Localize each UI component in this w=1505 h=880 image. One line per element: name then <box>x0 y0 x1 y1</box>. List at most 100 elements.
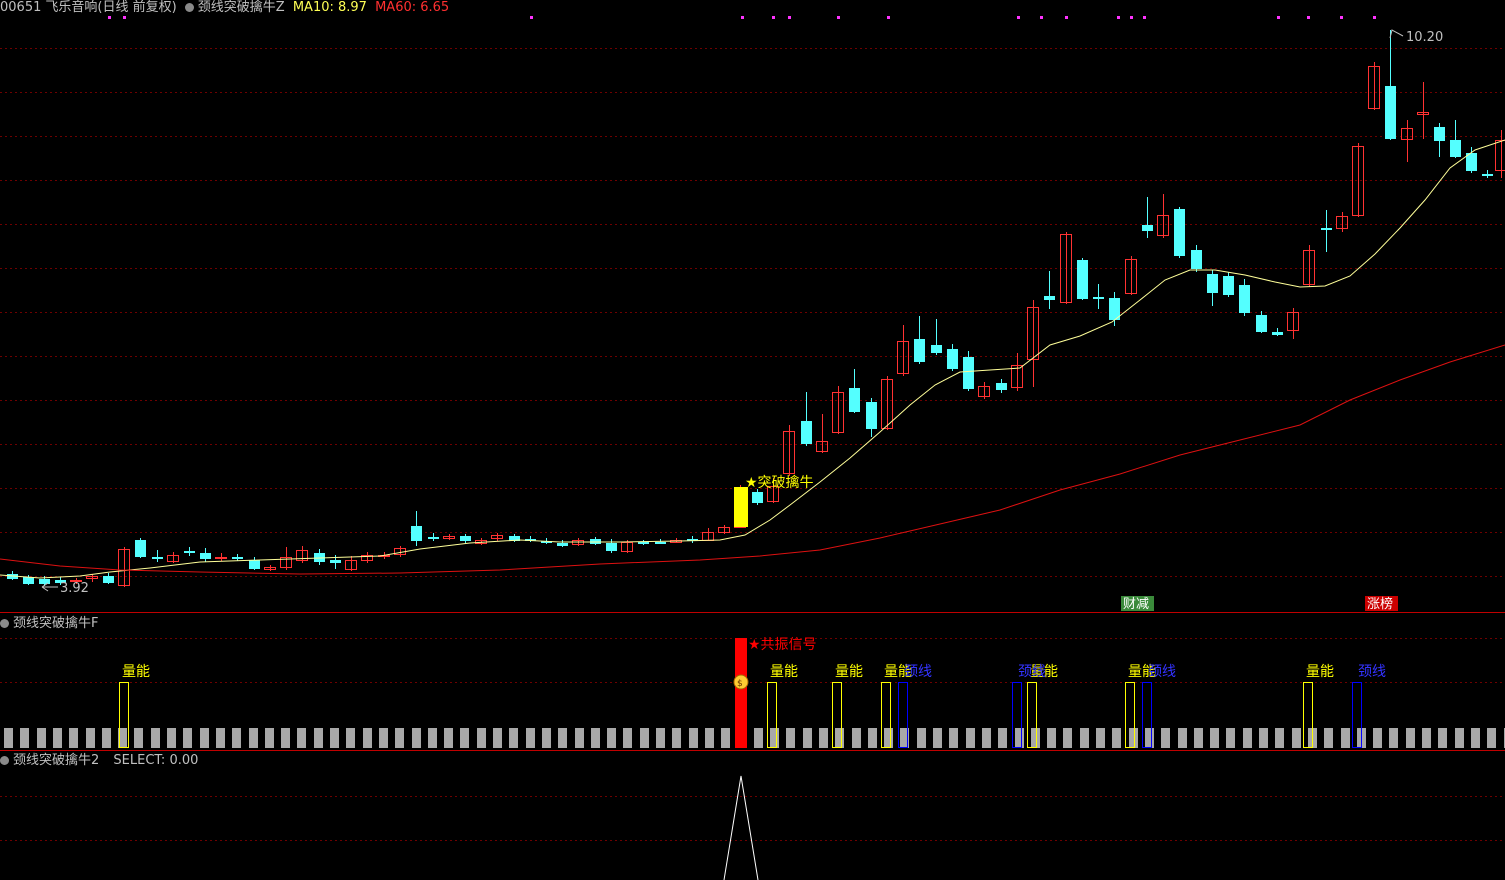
select-spike-line <box>723 775 759 880</box>
base-bar <box>200 728 209 748</box>
base-bar <box>558 728 567 748</box>
price-chart[interactable]: 10.20 3.92 ★突破擒牛财减 涨榜 <box>0 0 1505 612</box>
base-bar <box>721 728 730 748</box>
indicator1-header: 颈线突破擒牛F <box>0 615 102 633</box>
top-marker <box>1040 16 1043 19</box>
neckline-signal-label: 颈线 <box>1018 664 1046 680</box>
formula-name[interactable]: 颈线突破擒牛Z <box>198 0 285 15</box>
price-chart-pane[interactable]: 10.20 3.92 ★突破擒牛 财减 涨榜 00651 飞乐音响(日线 前复权) 颈线突… <box>0 0 1505 612</box>
pane-divider[interactable] <box>0 612 1505 613</box>
base-bar <box>1422 728 1431 748</box>
base-bar <box>1210 728 1219 748</box>
base-bar <box>803 728 812 748</box>
neckline-signal-label: 颈线 <box>904 664 932 680</box>
base-bar <box>1292 728 1301 748</box>
top-marker <box>1017 16 1020 19</box>
candle-up <box>215 557 227 559</box>
base-bar <box>1015 728 1024 748</box>
base-bar <box>640 728 649 748</box>
base-bar <box>1031 728 1040 748</box>
candle-down <box>103 576 114 583</box>
base-bar <box>281 728 290 748</box>
candle-down <box>1239 285 1250 313</box>
base-bar <box>949 728 958 748</box>
base-bar <box>1129 728 1138 748</box>
base-bar <box>819 728 828 748</box>
select-indicator-chart[interactable] <box>0 752 1505 880</box>
base-bar <box>265 728 274 748</box>
base-bar <box>1487 728 1496 748</box>
base-bar <box>770 728 779 748</box>
candle-down <box>330 560 341 563</box>
base-bar <box>575 728 584 748</box>
top-marker <box>1130 16 1133 19</box>
base-bar <box>20 728 29 748</box>
base-bar <box>428 728 437 748</box>
candle-down <box>411 526 422 541</box>
indicator-menu-icon[interactable] <box>0 756 9 765</box>
breakout-signal-label: ★突破擒牛 <box>745 474 814 491</box>
signal-indicator-pane[interactable]: 量能 量能 量能 量能 量能 量能 量能 颈线 颈线 颈线 颈线 $ ★共振信号 颈线突破擒牛F <box>0 614 1505 750</box>
volume-signal-label: 量能 <box>122 664 150 680</box>
candle-down <box>606 543 617 551</box>
formula-menu-icon[interactable] <box>184 3 194 12</box>
high-price-label: 10.20 <box>1406 30 1443 45</box>
candle-down <box>1385 86 1396 139</box>
candle-down <box>39 579 50 584</box>
base-bar <box>1373 728 1382 748</box>
candle-down <box>1191 250 1202 269</box>
top-marker <box>772 16 775 19</box>
candle-down <box>1482 174 1493 176</box>
stock-code: 00651 <box>0 0 42 15</box>
base-bar <box>477 728 486 748</box>
base-bar <box>1047 728 1056 748</box>
pane-divider[interactable] <box>0 750 1505 751</box>
base-bar <box>754 728 763 748</box>
base-bar <box>1194 728 1203 748</box>
candle-down <box>1142 225 1153 231</box>
indicator2-title[interactable]: 颈线突破擒牛2 <box>13 753 99 768</box>
money-bag-symbol: $ <box>737 679 743 689</box>
resonance-signal-label: ★共振信号 <box>748 637 817 653</box>
neckline-signal-label: 颈线 <box>1358 664 1386 680</box>
base-bar <box>346 728 355 748</box>
candle-down <box>135 540 146 557</box>
indicator-menu-icon[interactable] <box>0 619 9 628</box>
base-bar <box>591 728 600 748</box>
base-bar <box>852 728 861 748</box>
candle-down <box>428 537 439 539</box>
indicator1-title[interactable]: 颈线突破擒牛F <box>13 616 98 631</box>
top-marker <box>741 16 744 19</box>
base-bar <box>526 728 535 748</box>
candle-down <box>232 557 243 559</box>
high-pointer <box>1389 29 1404 39</box>
base-bar <box>786 728 795 748</box>
candle-down <box>1223 276 1234 295</box>
base-bar <box>933 728 942 748</box>
base-bar <box>134 728 143 748</box>
signal-indicator-chart[interactable]: 量能 量能 量能 量能 量能 量能 量能颈线 颈线 颈线 颈线$★共振信号 <box>0 614 1505 750</box>
candle-down <box>801 421 812 444</box>
top-marker <box>1065 16 1068 19</box>
candle-down <box>1077 260 1088 299</box>
indicator2-header: 颈线突破擒牛2 SELECT: 0.00 <box>0 752 202 770</box>
top-marker <box>1307 16 1310 19</box>
base-bar <box>1406 728 1415 748</box>
candle-down <box>963 357 974 389</box>
candle-down <box>1207 274 1218 293</box>
candle-down <box>460 536 471 541</box>
candle-down <box>931 345 942 353</box>
base-bar <box>314 728 323 748</box>
base-bar <box>53 728 62 748</box>
candle-down <box>557 543 568 546</box>
candle-down <box>866 402 877 429</box>
ma10-line <box>0 139 1505 579</box>
news-badge-text: 涨榜 <box>1367 596 1393 612</box>
candle-down <box>1434 127 1445 141</box>
select-indicator-pane[interactable]: 颈线突破擒牛2 SELECT: 0.00 <box>0 752 1505 880</box>
base-bar <box>151 728 160 748</box>
candle-down <box>638 542 649 544</box>
base-bar <box>37 728 46 748</box>
candle-down <box>152 557 163 559</box>
base-bar <box>1145 728 1154 748</box>
